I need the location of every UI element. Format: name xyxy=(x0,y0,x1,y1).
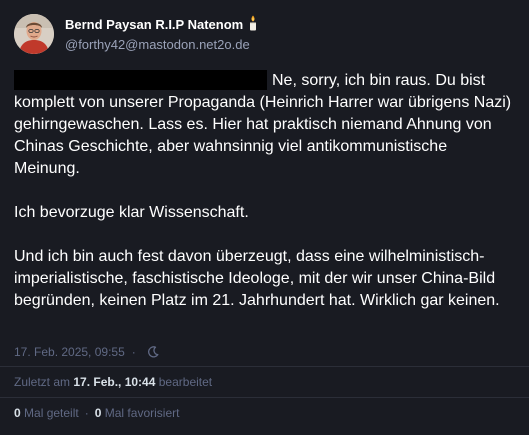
avatar-image xyxy=(14,14,54,54)
edited-prefix: Zuletzt am xyxy=(14,375,71,389)
favourites-link[interactable]: 0 Mal favorisiert xyxy=(95,406,180,420)
edited-date: 17. Feb., 10:44 xyxy=(73,375,156,389)
divider xyxy=(0,366,529,367)
author-display-name[interactable]: Bernd Paysan R.I.P Natenom xyxy=(65,15,258,34)
favourites-label: Mal favorisiert xyxy=(104,406,180,420)
author-display-name-text: Bernd Paysan R.I.P Natenom xyxy=(65,17,244,32)
status-paragraph: Ich bevorzuge klar Wissenschaft. xyxy=(14,204,249,221)
status-content: Ne, sorry, ich bin raus. Du bist komplet… xyxy=(14,70,514,334)
boosts-link[interactable]: 0 Mal geteilt xyxy=(14,406,79,420)
edited-info[interactable]: Zuletzt am 17. Feb., 10:44 bearbeitet xyxy=(14,375,212,389)
status-detail-card: Bernd Paysan R.I.P Natenom @forthy42@mas… xyxy=(0,0,529,435)
favourites-count: 0 xyxy=(94,406,102,420)
status-meta: 17. Feb. 2025, 09:55 · xyxy=(14,344,160,360)
meta-separator: · xyxy=(131,345,136,359)
candle-icon xyxy=(248,15,258,34)
author-handle[interactable]: @forthy42@mastodon.net2o.de xyxy=(65,37,250,52)
redacted-mention xyxy=(14,70,267,90)
boosts-count: 0 xyxy=(14,406,21,420)
stats-separator: · xyxy=(84,406,89,420)
status-timestamp[interactable]: 17. Feb. 2025, 09:55 xyxy=(14,345,125,359)
status-stats: 0 Mal geteilt · 0 Mal favorisiert xyxy=(14,406,179,420)
divider xyxy=(0,397,529,398)
status-paragraph: Und ich bin auch fest davon überzeugt, d… xyxy=(14,248,500,309)
avatar[interactable] xyxy=(14,14,54,54)
moon-icon xyxy=(146,345,160,359)
boosts-label: Mal geteilt xyxy=(24,406,79,420)
edited-suffix: bearbeitet xyxy=(158,375,213,389)
